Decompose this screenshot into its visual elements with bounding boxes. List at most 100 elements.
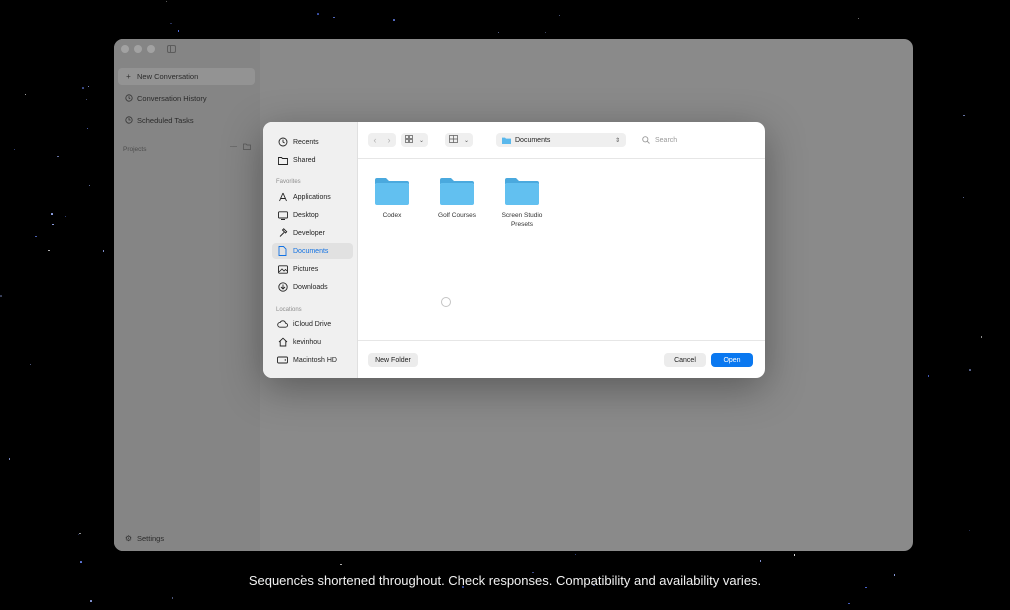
star: [558, 14, 561, 17]
star: [102, 250, 105, 252]
minimize-window-button[interactable]: [134, 45, 142, 53]
sidebar-label: Developer: [293, 229, 325, 237]
home-icon: [277, 337, 288, 348]
close-window-button[interactable]: [121, 45, 129, 53]
new-folder-button[interactable]: New Folder: [368, 353, 418, 367]
sidebar-item-icloud-drive[interactable]: iCloud Drive: [272, 316, 353, 332]
nav-scheduled-tasks[interactable]: Scheduled Tasks: [118, 112, 255, 129]
folder-item[interactable]: Codex: [362, 176, 422, 220]
folder-item[interactable]: Screen Studio Presets: [492, 176, 552, 229]
clock-icon: [124, 115, 133, 126]
document-icon: [277, 246, 288, 257]
search-icon: [642, 136, 650, 144]
folder-icon: [505, 178, 539, 205]
star: [13, 148, 16, 151]
folder-icon: [502, 137, 511, 144]
path-label: Documents: [515, 136, 551, 144]
star: [333, 16, 335, 19]
folder-label: Golf Courses: [438, 212, 476, 219]
path-selector[interactable]: Documents ⇕: [496, 133, 626, 147]
nav-label: Conversation History: [137, 94, 207, 103]
settings-button[interactable]: ⚙ Settings: [124, 534, 164, 543]
projects-header: Projects: [123, 146, 147, 153]
star: [51, 213, 53, 215]
plus-icon: +: [126, 72, 131, 81]
sidebar-label: Shared: [293, 156, 316, 164]
loading-spinner-icon: [441, 297, 451, 307]
chevron-down-icon: ⌄: [419, 137, 425, 144]
locations-header: Locations: [276, 307, 302, 313]
nav-conversation-history[interactable]: Conversation History: [118, 90, 255, 107]
nav-label: Scheduled Tasks: [137, 116, 194, 125]
star: [8, 458, 10, 460]
collapse-icon[interactable]: —: [230, 143, 237, 152]
folder-item[interactable]: Golf Courses: [427, 176, 487, 220]
sidebar-label: Desktop: [293, 211, 319, 219]
new-folder-icon[interactable]: [243, 143, 251, 152]
sidebar-item-shared[interactable]: Shared: [272, 152, 353, 168]
sidebar-label: kevinhou: [293, 338, 322, 346]
star: [759, 560, 762, 562]
zoom-window-button[interactable]: [147, 45, 155, 53]
disk-icon: [277, 355, 288, 366]
sidebar-item-applications[interactable]: Applications: [272, 189, 353, 205]
forward-button[interactable]: ›: [382, 133, 396, 147]
star: [393, 19, 395, 21]
star: [24, 93, 27, 96]
sidebar-item-pictures[interactable]: Pictures: [272, 261, 353, 277]
nav-label: New Conversation: [137, 72, 199, 81]
star: [544, 31, 547, 34]
group-mode-button[interactable]: ⌄: [445, 133, 474, 147]
back-button[interactable]: ‹: [368, 133, 382, 147]
sidebar-label: Pictures: [293, 265, 319, 273]
sidebar-item-developer[interactable]: Developer: [272, 225, 353, 241]
star: [497, 31, 500, 34]
open-button[interactable]: Open: [711, 353, 753, 367]
star: [165, 0, 168, 3]
star: [35, 235, 37, 238]
star: [82, 87, 84, 89]
star: [968, 529, 970, 532]
star: [969, 369, 971, 371]
sidebar-label: Documents: [293, 247, 329, 255]
star: [963, 114, 965, 117]
favorites-header: Favorites: [276, 179, 301, 185]
star: [793, 554, 796, 556]
star: [64, 215, 67, 218]
sidebar-toggle-icon[interactable]: [167, 45, 176, 53]
star: [340, 563, 342, 566]
nav-new-conversation[interactable]: + New Conversation: [118, 68, 255, 85]
star: [0, 295, 2, 297]
star: [848, 602, 850, 605]
shared-folder-icon: [277, 155, 288, 166]
sidebar-item-macintosh-hd[interactable]: Macintosh HD: [272, 352, 353, 368]
star: [980, 336, 982, 338]
sidebar-item-documents[interactable]: Documents: [272, 243, 353, 259]
star: [52, 223, 54, 226]
sidebar-item-recents[interactable]: Recents: [272, 134, 353, 150]
dialog-sidebar: Recents Shared Favorites Applications De…: [263, 122, 358, 378]
sidebar-item-home[interactable]: kevinhou: [272, 334, 353, 350]
history-icon: [124, 93, 133, 104]
clock-icon: [277, 137, 288, 148]
sidebar-item-downloads[interactable]: Downloads: [272, 279, 353, 295]
window-controls: [121, 45, 155, 53]
projects-actions: —: [230, 143, 251, 152]
star: [170, 22, 172, 25]
search-placeholder: Search: [655, 136, 678, 144]
open-file-dialog: Recents Shared Favorites Applications De…: [263, 122, 765, 378]
sidebar-item-desktop[interactable]: Desktop: [272, 207, 353, 223]
settings-label: Settings: [137, 534, 165, 543]
star: [86, 127, 89, 130]
view-mode-button[interactable]: ⌄: [401, 133, 429, 147]
sidebar-label: Macintosh HD: [293, 356, 337, 364]
dialog-toolbar: ‹ › ⌄ ⌄ Documents ⇕ Search: [358, 122, 765, 159]
sidebar-label: Applications: [293, 193, 331, 201]
search-field[interactable]: Search: [642, 133, 752, 147]
star: [177, 30, 180, 32]
cloud-icon: [277, 319, 288, 330]
sidebar-label: iCloud Drive: [293, 320, 332, 328]
cancel-button[interactable]: Cancel: [664, 353, 706, 367]
star: [88, 184, 91, 187]
star: [79, 532, 81, 535]
